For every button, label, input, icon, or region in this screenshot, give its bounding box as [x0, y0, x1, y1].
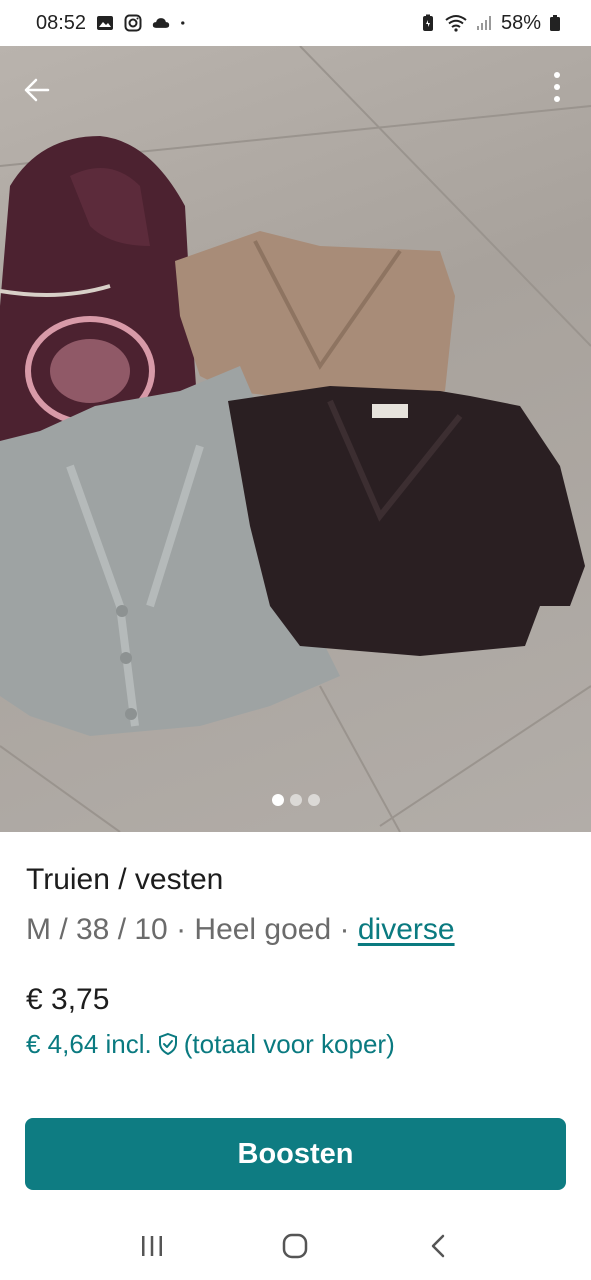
back-button[interactable]	[419, 1226, 459, 1266]
status-bar: 08:52 58%	[0, 0, 591, 46]
signal-icon	[476, 16, 491, 30]
recent-apps-button[interactable]	[132, 1226, 172, 1266]
battery-percent: 58%	[500, 11, 541, 34]
wifi-icon	[445, 15, 467, 32]
price-incl-row[interactable]: € 4,64 incl. (totaal voor koper)	[26, 1026, 566, 1062]
home-icon	[283, 1233, 308, 1259]
listing-photo	[0, 46, 591, 832]
gallery-dot[interactable]	[307, 794, 320, 806]
gallery-pagination	[0, 794, 591, 806]
home-button[interactable]	[275, 1226, 315, 1266]
listing-title: Truien / vesten	[26, 863, 224, 896]
shield-check-icon	[158, 1032, 177, 1056]
recent-apps-icon	[141, 1236, 162, 1256]
gallery-dot[interactable]	[289, 794, 302, 806]
battery-icon	[550, 15, 560, 31]
system-nav-bar	[0, 1212, 591, 1280]
brand-link[interactable]: diverse	[358, 913, 455, 946]
price-incl-note: (totaal voor koper)	[183, 1029, 395, 1059]
listing-details: Truien / vesten M / 38 / 10 · Heel goed …	[26, 832, 566, 1062]
dot-icon	[181, 21, 185, 25]
listing-meta-text: M / 38 / 10 · Heel goed ·	[26, 913, 358, 946]
cloud-icon	[152, 18, 170, 28]
listing-price: € 3,75	[26, 983, 110, 1016]
boost-button[interactable]: Boosten	[25, 1118, 566, 1190]
status-left: 08:52	[36, 12, 190, 35]
gallery-dot-active[interactable]	[271, 794, 284, 806]
back-arrow-icon[interactable]	[18, 70, 58, 110]
instagram-icon	[124, 14, 142, 32]
gallery-icon	[97, 16, 114, 30]
chevron-left-icon	[431, 1234, 445, 1258]
photo-gallery[interactable]	[0, 46, 591, 832]
price-incl-value: € 4,64 incl.	[26, 1029, 152, 1059]
status-right: 58%	[419, 12, 561, 35]
more-options-icon[interactable]	[545, 66, 569, 112]
status-time: 08:52	[36, 11, 87, 34]
battery-saver-icon	[422, 14, 433, 31]
listing-meta: M / 38 / 10 · Heel goed · diverse	[26, 910, 566, 950]
